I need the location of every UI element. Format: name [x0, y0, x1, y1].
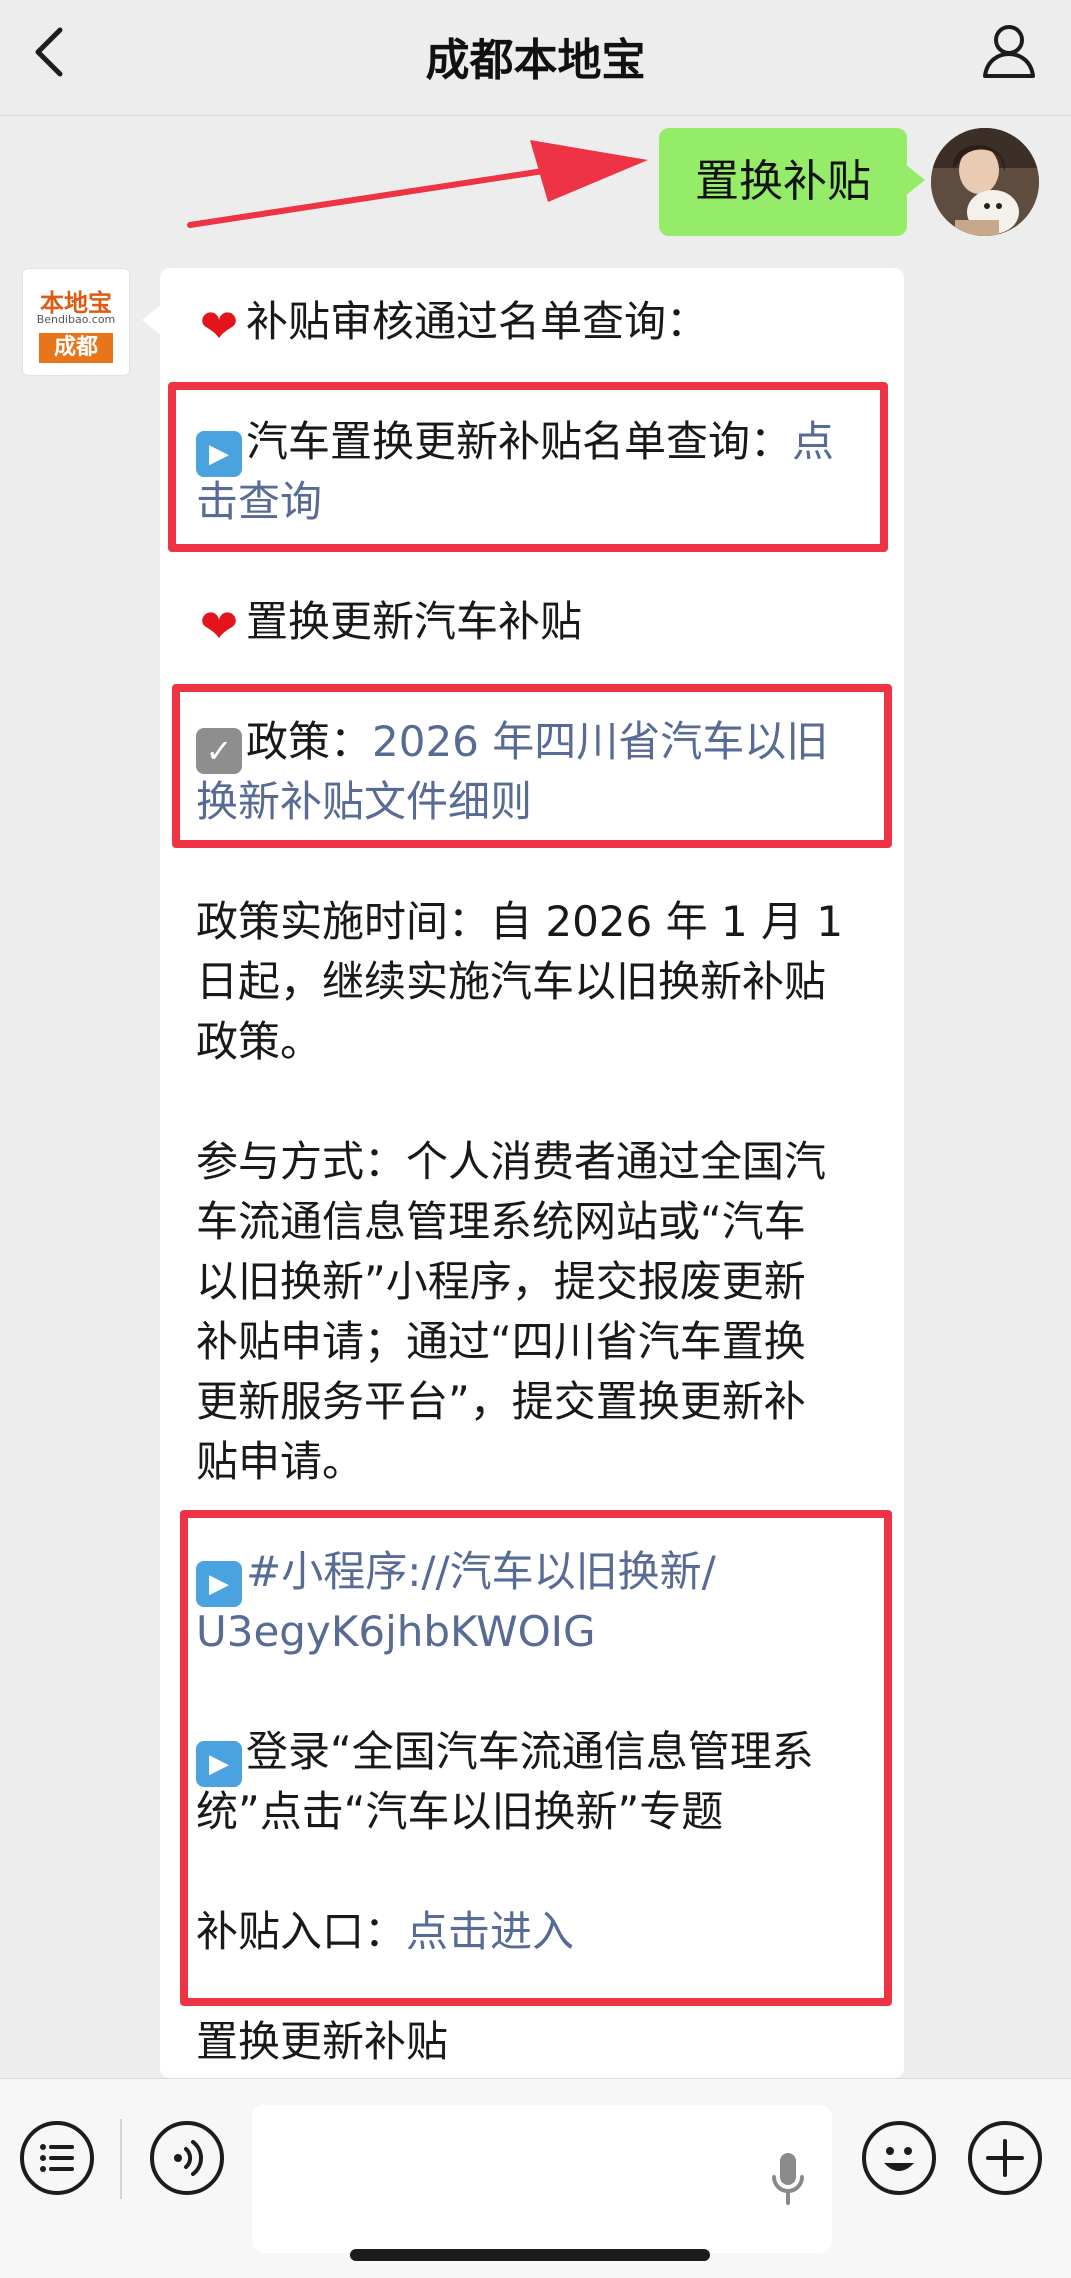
policy-link[interactable]: 换新补贴文件细则 — [196, 772, 882, 832]
emoji-button[interactable] — [862, 2121, 936, 2195]
message-text: 更新服务平台”，提交置换更新补 — [196, 1377, 806, 1426]
microphone-icon[interactable] — [768, 2149, 808, 2209]
checkbox-icon: ✓ — [196, 728, 242, 774]
message-text: 补贴入口： — [196, 1907, 407, 1956]
list-item: ❤ 置换更新汽车补贴 — [196, 592, 882, 652]
play-icon: ▶ — [196, 1741, 242, 1787]
list-item: ❤ 补贴审核通过名单查询： — [196, 292, 882, 352]
avatar-photo — [931, 128, 1039, 236]
list-item: ✓ 政策：2026 年四川省汽车以旧 — [196, 712, 882, 774]
mini-program-link[interactable]: #小程序://汽车以旧换新/ — [246, 1547, 716, 1596]
user-profile-icon[interactable] — [981, 22, 1037, 80]
home-indicator[interactable] — [350, 2249, 710, 2261]
heart-icon: ❤ — [199, 299, 239, 353]
divider — [120, 2119, 122, 2199]
chat-title: 成都本地宝 — [425, 35, 646, 86]
message-text: 以旧换新”小程序，提交报废更新 — [196, 1257, 806, 1306]
play-icon: ▶ — [196, 431, 242, 477]
message-text: 政策实施时间：自 2026 年 1 月 1 — [196, 897, 844, 946]
list-item: 补贴入口：点击进入 — [196, 1902, 882, 1962]
user-message-text: 置换补贴 — [695, 156, 871, 207]
logo-city: 成都 — [39, 333, 113, 363]
add-button[interactable] — [968, 2121, 1042, 2195]
message-text: 参与方式：个人消费者通过全国汽 — [196, 1137, 827, 1186]
user-message-bubble[interactable]: 置换补贴 — [659, 128, 925, 236]
message-text: 车流通信息管理系统网站或“汽车 — [196, 1197, 806, 1246]
bot-message-bubble: ❤ 补贴审核通过名单查询： ▶ 汽车置换更新补贴名单查询：点 击查询 ❤ 置换更新汽车… — [142, 268, 904, 2078]
message-text: 日起，继续实施汽车以旧换新补贴 — [196, 957, 827, 1006]
message-text: 统”点击“汽车以旧换新”专题 — [196, 1787, 724, 1836]
emoji-icon — [884, 2147, 914, 2171]
message-text: 置换更新汽车补贴 — [246, 597, 583, 646]
message-text: 置换更新补贴 — [196, 2017, 449, 2066]
list-item: ▶ 汽车置换更新补贴名单查询：点 — [196, 412, 882, 477]
message-text: 补贴申请；通过“四川省汽车置换 — [196, 1317, 806, 1366]
plus-icon — [986, 2139, 1024, 2177]
bot-avatar[interactable]: 本地宝 Bendibao.com 成都 — [22, 268, 130, 376]
message-text: 政策： — [246, 717, 373, 766]
play-icon: ▶ — [196, 1561, 242, 1607]
list-item: ▶ #小程序://汽车以旧换新/ — [196, 1542, 882, 1607]
input-bar — [0, 2078, 1071, 2278]
message-text: 补贴审核通过名单查询： — [246, 297, 709, 346]
list-icon — [40, 2144, 74, 2172]
message-input[interactable] — [252, 2105, 832, 2253]
query-link[interactable]: 击查询 — [196, 472, 882, 532]
annotation-arrow-icon — [187, 140, 648, 228]
entry-link[interactable]: 点击进入 — [406, 1907, 574, 1956]
top-bar: 成都本地宝 — [0, 0, 1071, 116]
mini-program-link[interactable]: U3egyK6jhbKWOIG — [196, 1602, 882, 1662]
voice-button[interactable] — [150, 2121, 224, 2195]
heart-icon: ❤ — [199, 599, 239, 653]
menu-button[interactable] — [20, 2121, 94, 2195]
message-text: 贴申请。 — [196, 1437, 365, 1486]
logo-site: Bendibao.com — [36, 313, 116, 326]
user-avatar[interactable] — [931, 128, 1039, 236]
list-item: ▶ 登录“全国汽车流通信息管理系 — [196, 1722, 882, 1787]
message-text: 登录“全国汽车流通信息管理系 — [246, 1727, 814, 1776]
policy-link[interactable]: 2026 年四川省汽车以旧 — [372, 717, 828, 766]
message-text: 汽车置换更新补贴名单查询： — [246, 417, 793, 466]
voice-icon — [174, 2140, 203, 2176]
message-text: 政策。 — [196, 1017, 323, 1066]
query-link[interactable]: 点 — [792, 417, 834, 466]
